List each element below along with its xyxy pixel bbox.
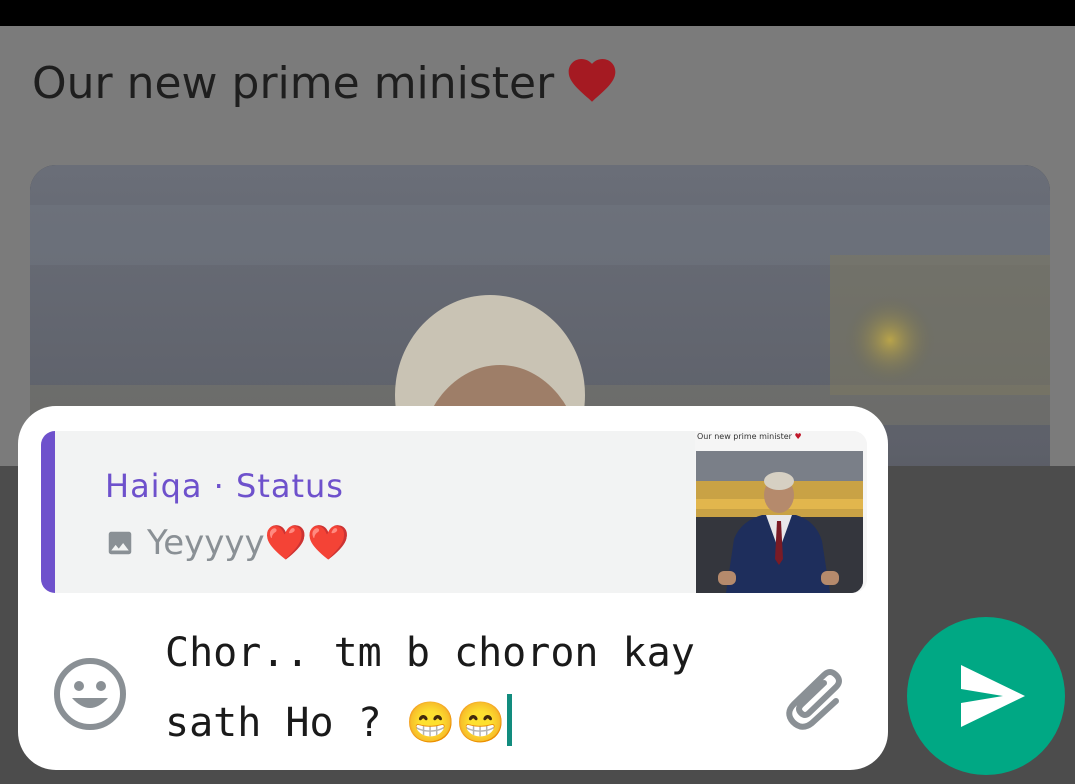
send-icon <box>961 665 1025 727</box>
send-button[interactable] <box>907 617 1065 775</box>
quote-author: Haiqa · Status <box>105 467 344 505</box>
quote-content: Yeyyyy❤️❤️ <box>105 523 349 563</box>
quoted-status[interactable]: Haiqa · Status Yeyyyy❤️❤️ Our new prime … <box>41 431 867 593</box>
red-heart-icon <box>568 59 616 102</box>
message-text: Chor.. tm b choron kay sath Ho ? 😁😁 <box>165 630 695 746</box>
status-caption: Our new prime minister <box>32 52 620 109</box>
photo-icon <box>108 531 132 555</box>
reply-composer: Haiqa · Status Yeyyyy❤️❤️ Our new prime … <box>18 406 888 770</box>
text-caret <box>507 694 513 746</box>
status-caption-text: Our new prime minister <box>32 58 555 109</box>
status-reply-screen: Our new prime minister Haiqa · Status Ye… <box>0 0 1075 784</box>
quote-text: Yeyyyy❤️❤️ <box>147 523 350 563</box>
quote-accent-bar <box>41 431 55 593</box>
thumbnail-image <box>696 451 863 593</box>
status-thumbnail: Our new prime minister ♥ <box>695 431 867 593</box>
paperclip-icon[interactable] <box>778 661 858 733</box>
status-bar <box>0 0 1075 26</box>
emoji-icon[interactable] <box>52 656 128 732</box>
message-input[interactable]: Chor.. tm b choron kay sath Ho ? 😁😁 <box>165 618 765 758</box>
thumbnail-caption: Our new prime minister ♥ <box>697 432 802 441</box>
